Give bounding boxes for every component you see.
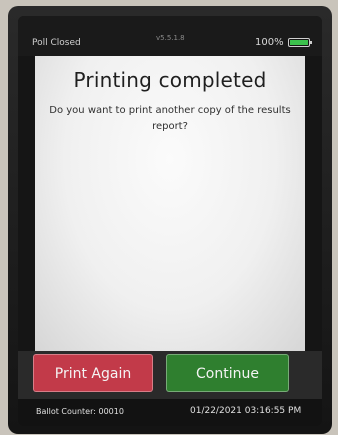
device-screen: Poll Closed v5.5.1.8 100% Printing compl… xyxy=(18,16,322,426)
battery-tip xyxy=(310,41,312,44)
continue-button[interactable]: Continue xyxy=(166,354,289,392)
dialog-panel: Printing completed Do you want to print … xyxy=(35,56,305,351)
battery-percent: 100% xyxy=(255,37,284,48)
poll-status: Poll Closed xyxy=(32,38,81,48)
action-bar: Print Again Continue xyxy=(18,351,322,399)
dialog-message: Do you want to print another copy of the… xyxy=(49,105,291,132)
print-again-button[interactable]: Print Again xyxy=(33,354,153,392)
battery-icon xyxy=(288,38,312,47)
software-version: v5.5.1.8 xyxy=(156,34,185,42)
dialog-title: Printing completed xyxy=(73,68,267,92)
status-bar: Poll Closed v5.5.1.8 100% xyxy=(18,16,322,56)
footer-bar: Ballot Counter: 00010 01/22/2021 03:16:5… xyxy=(18,399,322,426)
ballot-counter: Ballot Counter: 00010 xyxy=(36,407,124,416)
battery-level-fill xyxy=(290,40,308,45)
date-time: 01/22/2021 03:16:55 PM xyxy=(190,406,302,416)
